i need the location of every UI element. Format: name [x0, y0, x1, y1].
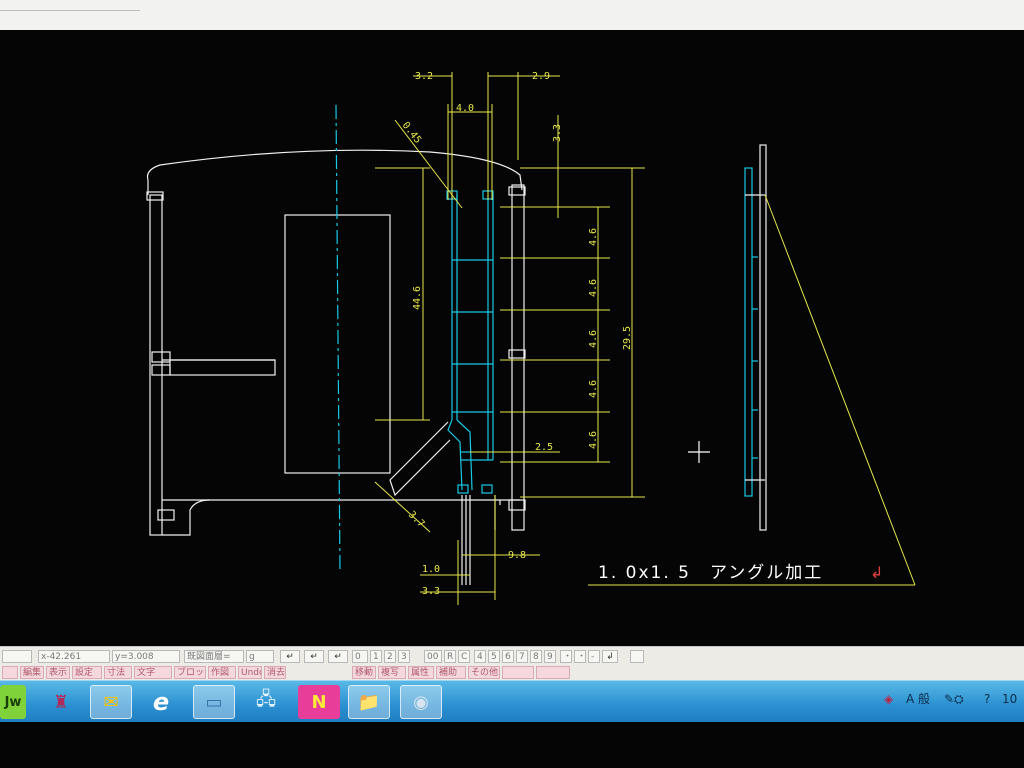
drawing-canvas[interactable]: 3.2 4.0 2.9 3.3 0.45 44.6 4.6 4.6 4.6 4.… [0, 30, 1024, 646]
angle-note: 1. 0x1. 5 アングル加工 [598, 563, 823, 583]
jw-cad-icon[interactable]: Jw [0, 685, 26, 719]
tool-0[interactable] [2, 666, 18, 679]
game-app-icon[interactable]: ♜ [40, 685, 82, 719]
dim-4-0: 4.0 [456, 103, 474, 114]
tool-copy[interactable]: 複写 [378, 666, 406, 679]
num-8[interactable]: 8 [530, 650, 542, 663]
num-4[interactable]: 4 [474, 650, 486, 663]
num-dot-1[interactable]: ・ [560, 650, 572, 663]
tool-text[interactable]: 文字 [134, 666, 172, 679]
taskbar: Jw ♜ ✉ e ▭ 🖧 N 📁 ◉ ◈ A 般 ✎⛭ ? 10 [0, 680, 1024, 723]
explorer-window-icon[interactable]: ▭ [193, 685, 235, 719]
tool-aux[interactable]: 補助 [436, 666, 466, 679]
tool-draw[interactable]: 作図 [208, 666, 236, 679]
tool-extra-1[interactable] [502, 666, 534, 679]
tool-move[interactable]: 移動 [352, 666, 376, 679]
num-7[interactable]: 7 [516, 650, 528, 663]
tray-app-icon[interactable]: ◈ [884, 689, 893, 709]
clock: 10 [1002, 692, 1018, 706]
num-5[interactable]: 5 [488, 650, 500, 663]
tool-settings[interactable]: 設定 [72, 666, 102, 679]
status-bar: x-42.261 y=3.008 既図面層= g ↵ ↵ ↵ 0 1 2 3 0… [0, 646, 1024, 681]
num-1[interactable]: 1 [370, 650, 382, 663]
help-icon[interactable]: ? [984, 689, 990, 709]
ladder [446, 190, 494, 494]
mail-icon[interactable]: ✉ [90, 685, 132, 719]
num-9[interactable]: 9 [544, 650, 556, 663]
dim-3-3-bottom: 3.3 [422, 586, 440, 597]
system-tray: ◈ A 般 ✎⛭ ? 10 [884, 689, 1024, 711]
ne-app-icon[interactable]: N [298, 685, 340, 719]
dim-2-5: 2.5 [535, 442, 553, 453]
dim-step-1: 4.6 [588, 228, 599, 246]
layer-field[interactable]: 既図面層= [184, 650, 244, 663]
num-00[interactable]: 00 [424, 650, 442, 663]
num-c[interactable]: C [458, 650, 470, 663]
num-3[interactable]: 3 [398, 650, 410, 663]
crosshair-cursor [688, 441, 710, 463]
num-minus[interactable]: - [588, 650, 600, 663]
num-enter[interactable]: ↲ [602, 650, 618, 663]
cad-drawing: 3.2 4.0 2.9 3.3 0.45 44.6 4.6 4.6 4.6 4.… [146, 71, 916, 605]
layer-suffix: g [246, 650, 274, 663]
dim-3-2: 3.2 [415, 71, 433, 82]
status-end [630, 650, 644, 663]
network-app-icon[interactable]: 🖧 [245, 685, 287, 719]
coord-x: x-42.261 [38, 650, 110, 663]
dim-1-0: 1.0 [422, 564, 440, 575]
num-r[interactable]: R [444, 650, 456, 663]
dim-3-3-right: 3.3 [552, 124, 563, 142]
dim-step-3: 4.6 [588, 330, 599, 348]
dim-step-5: 4.6 [588, 431, 599, 449]
back-button-3[interactable]: ↵ [328, 650, 348, 663]
folder-icon[interactable]: 📁 [348, 685, 390, 719]
tool-undo[interactable]: Undo [238, 666, 262, 679]
ime-tools-icon[interactable]: ✎⛭ [944, 689, 964, 709]
menu-area [0, 0, 1024, 31]
tool-edit[interactable]: 編集 [20, 666, 44, 679]
tool-extra-2[interactable] [536, 666, 570, 679]
num-6[interactable]: 6 [502, 650, 514, 663]
dim-9-8: 9.8 [508, 550, 526, 561]
num-dot-2[interactable]: ・ [574, 650, 586, 663]
back-button-2[interactable]: ↵ [304, 650, 324, 663]
dim-44-6: 44.6 [412, 286, 423, 310]
num-0[interactable]: 0 [352, 650, 368, 663]
monitor-bezel [0, 722, 1024, 768]
dim-step-2: 4.6 [588, 279, 599, 297]
cabin-outline [146, 149, 526, 536]
internet-explorer-icon[interactable]: e [140, 685, 182, 719]
dim-29-5: 29.5 [622, 326, 633, 350]
disk-app-icon[interactable]: ◉ [400, 685, 442, 719]
tool-view[interactable]: 表示 [46, 666, 70, 679]
tool-dim[interactable]: 寸法 [104, 666, 132, 679]
back-button-1[interactable]: ↵ [280, 650, 300, 663]
tool-attr[interactable]: 属性 [408, 666, 434, 679]
dim-2-9: 2.9 [532, 71, 550, 82]
tool-erase[interactable]: 消去 [264, 666, 286, 679]
coord-y: y=3.008 [112, 650, 180, 663]
ime-indicator[interactable]: A 般 [906, 689, 930, 709]
dim-step-4: 4.6 [588, 380, 599, 398]
menu-divider [0, 10, 140, 11]
num-2[interactable]: 2 [384, 650, 396, 663]
dimension-lines [374, 72, 916, 605]
enter-mark: ↲ [870, 563, 883, 582]
tool-block[interactable]: ブロック [174, 666, 206, 679]
status-blank [2, 650, 32, 663]
side-elevation [744, 144, 767, 531]
tool-other[interactable]: その他 [468, 666, 500, 679]
